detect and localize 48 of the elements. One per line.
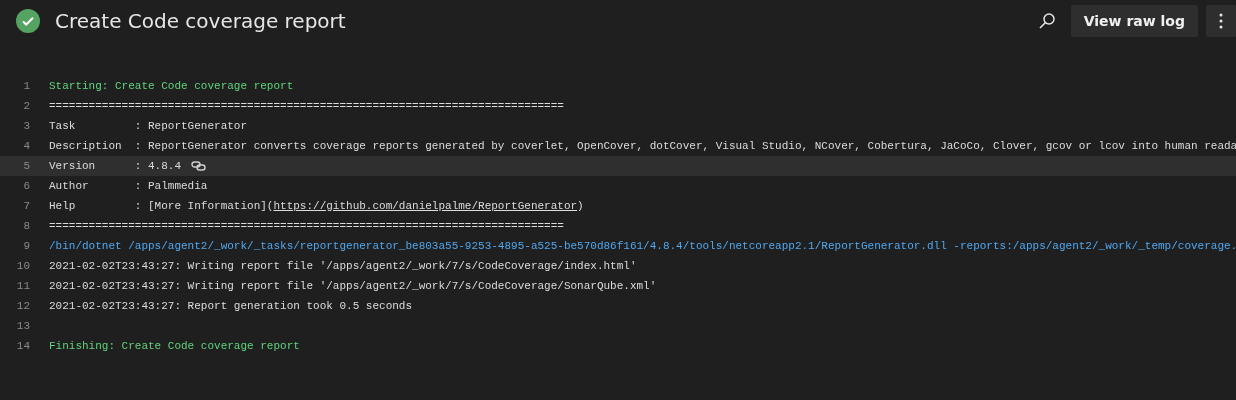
line-number: 12	[15, 300, 30, 312]
help-link[interactable]: https://github.com/danielpalme/ReportGenerator	[273, 200, 578, 212]
line-number: 2	[22, 100, 30, 112]
log-line-row[interactable]: 7 Help : [More Information](https://github.com/danielpalme/ReportGenerator)	[0, 196, 1236, 216]
line-number: 3	[22, 120, 30, 132]
more-button[interactable]	[1206, 5, 1236, 37]
line-number: 11	[15, 280, 30, 292]
log-text: Task : ReportGenerator	[49, 120, 248, 132]
log-text: Author : Palmmedia	[49, 180, 208, 192]
more-icon	[1219, 13, 1223, 29]
link-icon[interactable]	[191, 160, 208, 172]
log-line-row[interactable]: 4 Description : ReportGenerator converts coverage reports generated by coverlet, OpenCover, dotCover, Visual Studio, NCover, Cobertura, JaCoCo, Clover, gcov or lcov into human reada	[0, 136, 1236, 156]
line-number: 7	[22, 200, 30, 212]
log-line-row[interactable]: 11 2021-02-02T23:43:27: Writing report file '/apps/agent2/_work/7/s/CodeCoverage/SonarQube.xml'	[0, 276, 1236, 296]
log-text: Description : ReportGenerator converts coverage reports generated by coverlet, OpenCover, dotCover, Visual Studio, NCover, Cobertura, JaCoCo, Clover, gcov or lcov into human reada	[49, 140, 1236, 152]
log-line-row[interactable]: 8 ==============================================================================	[0, 216, 1236, 236]
log-line-row[interactable]: 12 2021-02-02T23:43:27: Report generation took 0.5 seconds	[0, 296, 1236, 316]
log-line-row[interactable]: 10 2021-02-02T23:43:27: Writing report file '/apps/agent2/_work/7/s/CodeCoverage/index.html'	[0, 256, 1236, 276]
log-line-row[interactable]: 3 Task : ReportGenerator	[0, 116, 1236, 136]
line-number: 5	[22, 160, 30, 172]
log-text: 2021-02-02T23:43:27: Report generation took 0.5 seconds	[49, 300, 413, 312]
log-line-row[interactable]: 14 Finishing: Create Code coverage report	[0, 336, 1236, 356]
line-number: 6	[22, 180, 30, 192]
line-number: 1	[22, 80, 30, 92]
search-icon	[1037, 12, 1056, 30]
log-line-row[interactable]: 6 Author : Palmmedia	[0, 176, 1236, 196]
log-text: Finishing: Create Code coverage report	[49, 340, 300, 352]
log-text: 2021-02-02T23:43:27: Writing report file '/apps/agent2/_work/7/s/CodeCoverage/SonarQube.xml'	[49, 280, 657, 292]
line-number: 13	[15, 320, 30, 332]
line-number: 4	[22, 140, 30, 152]
log-line-row[interactable]: 2 ==============================================================================	[0, 96, 1236, 116]
log-line-row[interactable]: 13	[0, 316, 1236, 336]
log-text: ==============================================================================	[49, 100, 564, 112]
log-text: ==============================================================================	[49, 220, 564, 232]
line-number: 10	[15, 260, 30, 272]
log-text: )	[577, 200, 584, 212]
log-text: Starting: Create Code coverage report	[49, 80, 294, 92]
line-number: 9	[22, 240, 30, 252]
line-number: 8	[22, 220, 30, 232]
task-title: Create Code coverage report	[55, 9, 347, 33]
log-text: Version : 4.8.4	[49, 160, 182, 172]
line-number: 14	[15, 340, 30, 352]
log-text: Help : [More Information](	[49, 200, 274, 212]
log-line-row[interactable]: 9 /bin/dotnet /apps/agent2/_work/_tasks/reportgenerator_be803a55-9253-4895-a525-be570d86f161/4.8.4/tools/netcoreapp2.1/ReportGenerator.dll -reports:/apps/agent2/_work/_temp/coverage.	[0, 236, 1236, 256]
log-text: 2021-02-02T23:43:27: Writing report file '/apps/agent2/_work/7/s/CodeCoverage/index.html'	[49, 260, 637, 272]
view-raw-log-button[interactable]: View raw log	[1070, 5, 1198, 37]
log-line-row[interactable]: 1 Starting: Create Code coverage report	[0, 76, 1236, 96]
log-text: /bin/dotnet /apps/agent2/_work/_tasks/reportgenerator_be803a55-9253-4895-a525-be570d86f161/4.8.4/tools/netcoreapp2.1/ReportGenerator.dll -reports:/apps/agent2/_work/_temp/coverage.	[49, 240, 1236, 252]
